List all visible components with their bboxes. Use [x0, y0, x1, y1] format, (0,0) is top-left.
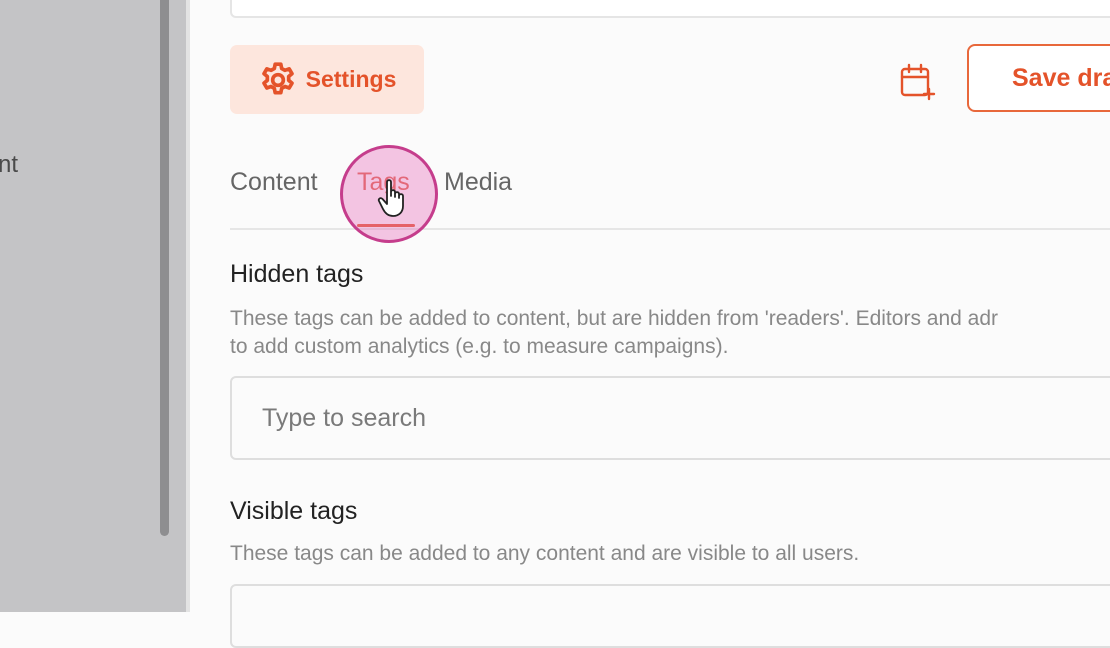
- settings-label: Settings: [305, 66, 397, 92]
- tab-content[interactable]: Content: [230, 168, 318, 197]
- hand-pointer-icon: [377, 179, 404, 217]
- gear-icon: [261, 61, 294, 94]
- save-draft-label: Save dra: [1012, 63, 1110, 92]
- visible-tags-title: Visible tags: [230, 497, 358, 525]
- sidebar-scrollbar[interactable]: [160, 0, 169, 536]
- settings-button[interactable]: Settings: [230, 45, 424, 114]
- hidden-tags-description-line1: These tags can be added to content, but …: [230, 307, 998, 330]
- tab-media[interactable]: Media: [444, 168, 512, 197]
- panel-divider: [186, 0, 190, 612]
- calendar-plus-icon[interactable]: [898, 62, 938, 102]
- hidden-tags-search[interactable]: [230, 376, 1110, 460]
- hidden-tags-description-line2: to add custom analytics (e.g. to measure…: [230, 335, 729, 358]
- left-sidebar: nt: [0, 0, 186, 612]
- title-input[interactable]: [230, 0, 1110, 18]
- hidden-tags-search-input[interactable]: [260, 402, 1064, 434]
- visible-tags-search[interactable]: [230, 584, 1110, 648]
- sidebar-item-label[interactable]: nt: [0, 151, 18, 179]
- save-draft-button[interactable]: Save dra: [967, 44, 1110, 112]
- hidden-tags-title: Hidden tags: [230, 260, 364, 288]
- visible-tags-description: These tags can be added to any content a…: [230, 542, 860, 565]
